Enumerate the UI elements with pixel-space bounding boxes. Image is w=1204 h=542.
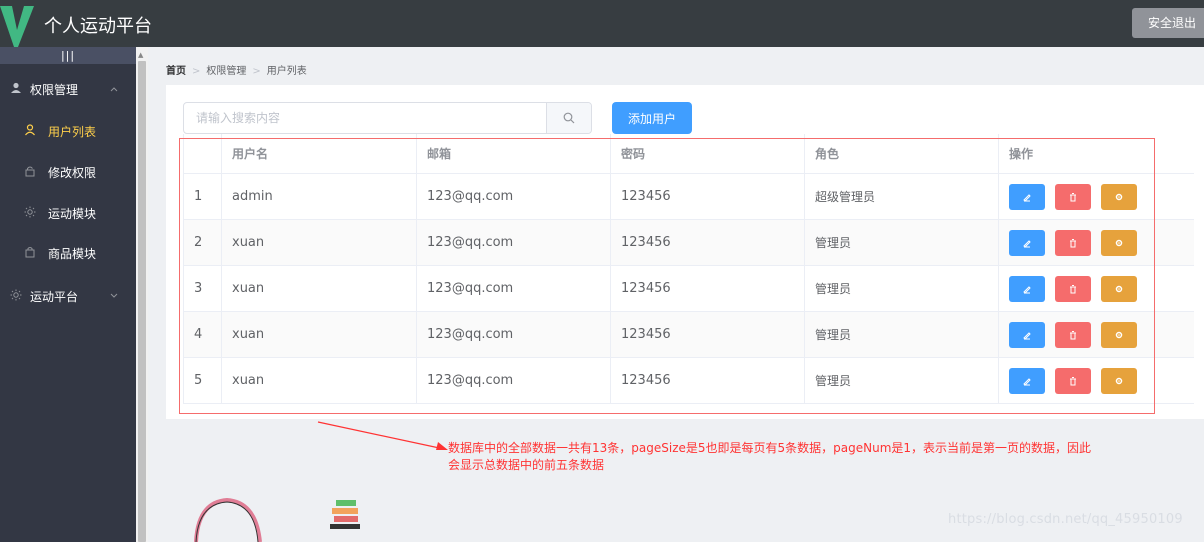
- annotation-line: 会显示总数据中的前五条数据: [448, 458, 605, 472]
- user-outline-icon: [24, 112, 38, 152]
- sidebar: ||| 权限管理 用户列表 修改权限 运动模块 商品模块 运动平台: [0, 47, 136, 542]
- annotation-text: 数据库中的全部数据一共有13条，pageSize是5也即是每页有5条数据，pag…: [448, 440, 1148, 474]
- top-header: 个人运动平台 安全退出: [0, 0, 1204, 47]
- scroll-up-arrow-icon[interactable]: ▲: [138, 51, 143, 59]
- search-input[interactable]: [184, 103, 546, 133]
- scroll-thumb[interactable]: [138, 61, 146, 542]
- menu-label: 运动平台: [30, 290, 79, 304]
- sidebar-item-label: 修改权限: [48, 166, 97, 180]
- sun-icon: [10, 277, 24, 317]
- menu-label: 权限管理: [30, 83, 79, 97]
- add-user-button[interactable]: 添加用户: [612, 102, 692, 134]
- annotation-arrow-icon: [317, 421, 448, 450]
- chevron-down-icon: [110, 277, 118, 317]
- sidebar-item-label: 运动模块: [48, 207, 97, 221]
- sidebar-item-user-list[interactable]: 用户列表: [0, 112, 136, 152]
- sidebar-item-goods-module[interactable]: 商品模块: [0, 234, 136, 274]
- search-icon: [563, 112, 575, 124]
- vue-logo-icon: [0, 6, 34, 47]
- sidebar-item-label: 用户列表: [48, 125, 97, 139]
- logout-button[interactable]: 安全退出: [1132, 8, 1204, 38]
- menu-permission-management[interactable]: 权限管理: [0, 70, 136, 110]
- search-button[interactable]: [546, 103, 591, 133]
- breadcrumb-separator: >: [252, 66, 261, 77]
- chevron-up-icon: [110, 70, 118, 110]
- app-title: 个人运动平台: [44, 16, 152, 37]
- sidebar-scrollbar[interactable]: ▲: [136, 47, 148, 542]
- sidebar-item-sports-module[interactable]: 运动模块: [0, 194, 136, 234]
- lock-icon: [24, 153, 38, 193]
- menu-sports-platform[interactable]: 运动平台: [0, 277, 136, 317]
- breadcrumb: 首页 > 权限管理 > 用户列表: [166, 62, 307, 77]
- sidebar-collapse-toggle[interactable]: |||: [0, 47, 136, 64]
- user-icon: [10, 70, 24, 110]
- sidebar-item-edit-permission[interactable]: 修改权限: [0, 153, 136, 193]
- decorative-drawing: [194, 497, 360, 542]
- watermark: https://blog.csdn.net/qq_45950109: [948, 512, 1183, 527]
- annotation-line: 数据库中的全部数据一共有13条，pageSize是5也即是每页有5条数据，pag…: [448, 441, 1092, 455]
- breadcrumb-separator: >: [192, 66, 201, 77]
- breadcrumb-user-list: 用户列表: [266, 66, 307, 77]
- annotation-highlight-box: [179, 138, 1155, 414]
- breadcrumb-home[interactable]: 首页: [166, 66, 186, 77]
- breadcrumb-permission: 权限管理: [206, 66, 247, 77]
- sidebar-item-label: 商品模块: [48, 247, 97, 261]
- search-box: [183, 102, 592, 134]
- sun-icon: [24, 194, 38, 234]
- shopping-bag-icon: [24, 234, 38, 274]
